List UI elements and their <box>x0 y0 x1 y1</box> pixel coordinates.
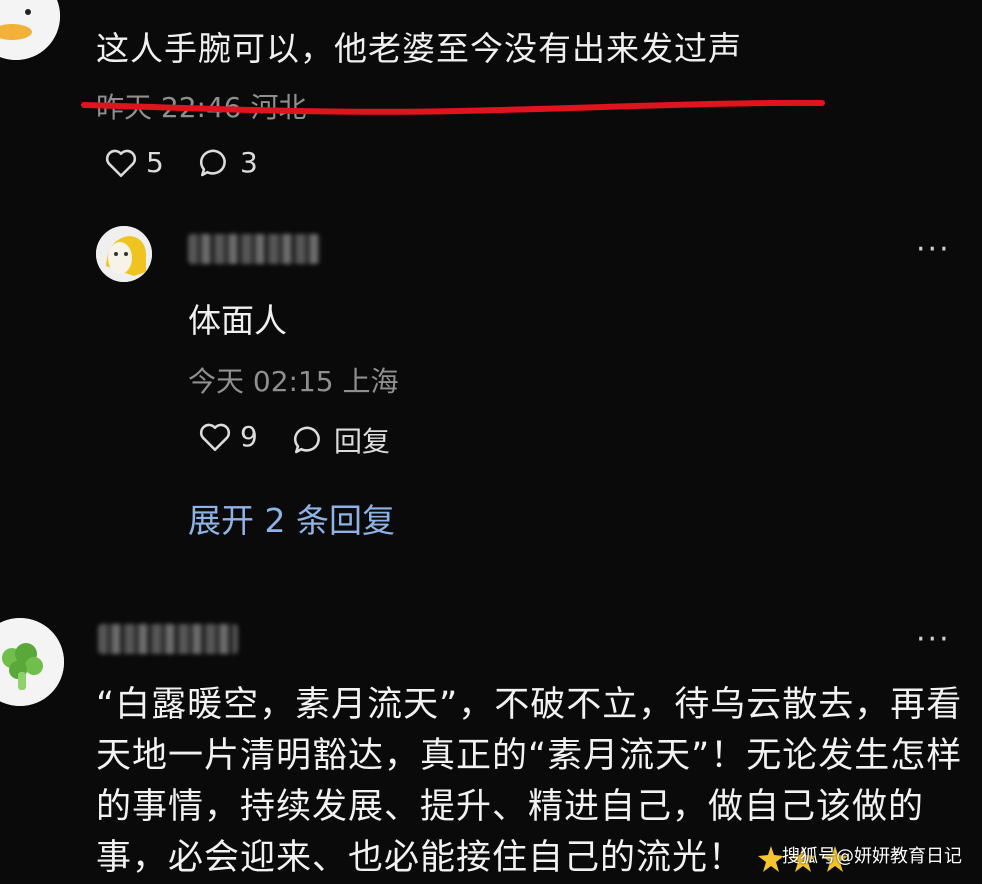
expand-replies-link[interactable]: 展开 2 条回复 <box>188 494 395 542</box>
blurred-username <box>188 234 320 264</box>
cartoon-avatar-icon <box>96 226 152 282</box>
avatar[interactable] <box>0 618 64 706</box>
more-options-button[interactable]: ··· <box>916 622 951 657</box>
avatar[interactable] <box>0 0 60 60</box>
reply-count: 3 <box>240 146 258 179</box>
watermark: 搜狐号@妍妍教育日记 <box>782 846 962 867</box>
reply-text: 体面人 <box>188 301 287 340</box>
red-underline-annotation <box>81 99 825 115</box>
speech-bubble-icon <box>293 426 320 454</box>
like-count: 5 <box>146 146 164 179</box>
speech-bubble-icon <box>199 149 226 176</box>
duck-avatar-icon <box>0 0 60 60</box>
heart-icon <box>199 423 231 451</box>
reply-meta: 今天 02:15 上海 <box>188 365 399 398</box>
like-count: 9 <box>240 420 258 453</box>
avatar[interactable] <box>96 226 152 282</box>
reply-label: 回复 <box>334 425 391 458</box>
heart-icon <box>105 149 137 177</box>
like-button[interactable]: 9 <box>198 420 258 453</box>
blurred-username <box>98 624 238 654</box>
broccoli-avatar-icon <box>0 618 64 706</box>
comment-text: 这人手腕可以，他老婆至今没有出来发过声 <box>96 29 742 68</box>
more-options-button[interactable]: ··· <box>916 232 951 267</box>
reply-count-button[interactable]: 3 <box>198 146 258 179</box>
reply-button[interactable]: 回复 <box>292 420 390 460</box>
like-button[interactable]: 5 <box>104 146 164 179</box>
